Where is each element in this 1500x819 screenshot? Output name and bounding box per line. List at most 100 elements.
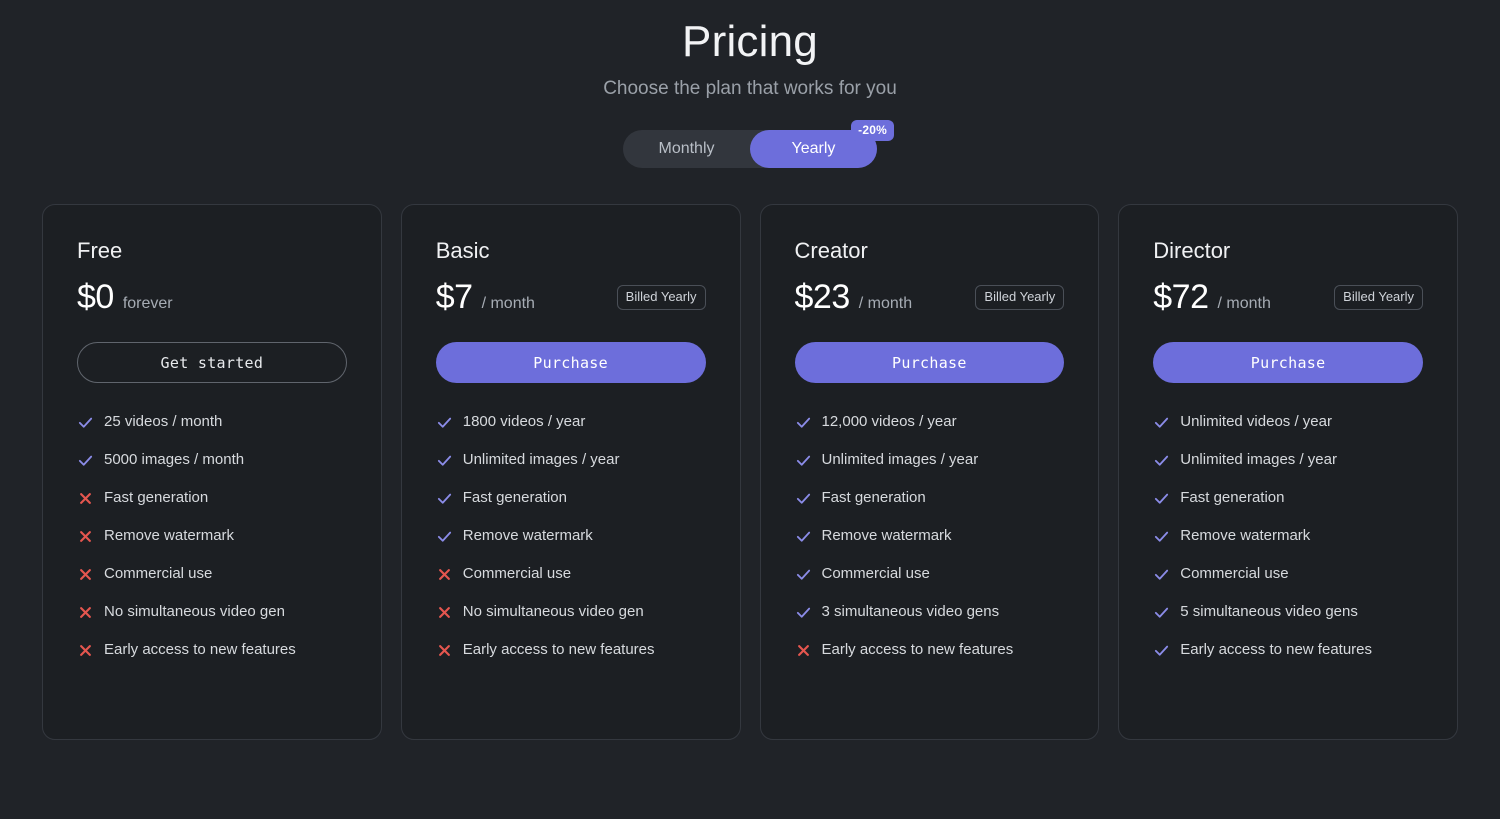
page-header: Pricing Choose the plan that works for y… <box>0 0 1500 102</box>
feature-item: Unlimited images / year <box>436 450 706 470</box>
purchase-button[interactable]: Purchase <box>435 342 706 383</box>
feature-label: Commercial use <box>104 565 213 582</box>
feature-label: Commercial use <box>1180 565 1289 582</box>
check-icon <box>1153 642 1170 659</box>
plan-name: Creator <box>794 238 868 263</box>
feature-item: Fast generation <box>77 488 347 508</box>
check-icon <box>795 452 812 469</box>
purchase-button[interactable]: Purchase <box>794 342 1065 383</box>
feature-item: 1800 videos / year <box>436 412 706 432</box>
feature-label: 5000 images / month <box>104 451 245 468</box>
feature-label: Remove watermark <box>1180 527 1311 544</box>
feature-item: Unlimited videos / year <box>1153 412 1423 432</box>
cross-icon <box>436 642 453 659</box>
feature-list: 1800 videos / year Unlimited images / yea… <box>436 412 706 660</box>
feature-label: No simultaneous video gen <box>104 603 285 620</box>
plan-price-row: $72 / month Billed Yearly <box>1153 277 1423 317</box>
feature-label: 12,000 videos / year <box>821 413 957 430</box>
feature-item: Commercial use <box>77 564 347 584</box>
check-icon <box>795 414 812 431</box>
page-subtitle: Choose the plan that works for you <box>603 78 897 99</box>
feature-label: Fast generation <box>1180 489 1285 506</box>
feature-item: Fast generation <box>436 488 706 508</box>
feature-item: Commercial use <box>795 564 1065 584</box>
check-icon <box>77 452 94 469</box>
plan-card-list: Free $0 forever Get started 25 videos / mont… <box>0 204 1500 740</box>
plan-price-period: / month <box>1217 295 1271 312</box>
plan-card: Free $0 forever Get started 25 videos / mont… <box>42 204 382 740</box>
pricing-page: Pricing Choose the plan that works for y… <box>0 0 1500 819</box>
billing-toggle[interactable]: Monthly Yearly -20% <box>623 120 894 168</box>
feature-item: Early access to new features <box>795 640 1065 660</box>
plan-price-period: / month <box>858 295 913 312</box>
feature-label: 1800 videos / year <box>462 413 586 430</box>
plan-price-period: forever <box>122 295 173 312</box>
feature-item: 5000 images / month <box>77 450 347 470</box>
plan-price-amount: $0 <box>77 278 114 316</box>
feature-item: Remove watermark <box>436 526 706 546</box>
cross-icon <box>77 604 94 621</box>
plan-price-row: $0 forever <box>77 277 347 317</box>
feature-label: Remove watermark <box>821 527 952 544</box>
feature-label: Early access to new features <box>821 641 1014 658</box>
check-icon <box>1153 528 1170 545</box>
cross-icon <box>77 642 94 659</box>
page-title: Pricing <box>682 17 818 66</box>
feature-label: No simultaneous video gen <box>462 603 644 620</box>
feature-label: Unlimited images / year <box>1180 451 1337 468</box>
plan-card: Basic $7 / month Billed Yearly Purchase 1800 … <box>400 204 741 740</box>
check-icon <box>436 452 453 469</box>
feature-label: Unlimited videos / year <box>1180 413 1332 430</box>
feature-label: Remove watermark <box>104 527 235 544</box>
check-icon <box>795 528 812 545</box>
plan-card: Creator $23 / month Billed Yearly Purchase 12… <box>759 204 1100 740</box>
plan-price-amount: $7 <box>435 278 473 316</box>
check-icon <box>1153 414 1170 431</box>
feature-item: Remove watermark <box>795 526 1065 546</box>
cross-icon <box>77 566 94 583</box>
check-icon <box>436 528 453 545</box>
feature-label: Unlimited images / year <box>462 451 620 468</box>
plan-name: Director <box>1153 238 1231 263</box>
cross-icon <box>77 490 94 507</box>
get-started-button[interactable]: Get started <box>77 342 347 383</box>
feature-label: Early access to new features <box>104 641 296 658</box>
feature-item: 25 videos / month <box>77 412 347 432</box>
feature-item: Commercial use <box>436 564 706 584</box>
toggle-option-monthly[interactable]: Monthly <box>623 130 750 168</box>
plan-price-amount: $23 <box>794 278 851 316</box>
feature-item: Unlimited images / year <box>795 450 1065 470</box>
feature-item: Early access to new features <box>77 640 347 660</box>
billed-yearly-badge: Billed Yearly <box>975 284 1065 310</box>
feature-item: Commercial use <box>1153 564 1423 584</box>
feature-item: Remove watermark <box>77 526 347 546</box>
feature-label: Early access to new features <box>462 641 655 658</box>
check-icon <box>795 490 812 507</box>
check-icon <box>795 566 812 583</box>
discount-badge: -20% <box>851 120 894 141</box>
cross-icon <box>795 642 812 659</box>
cross-icon <box>77 528 94 545</box>
feature-label: Unlimited images / year <box>821 451 979 468</box>
feature-label: Commercial use <box>462 565 572 582</box>
plan-price-row: $7 / month Billed Yearly <box>436 277 706 317</box>
plan-name: Free <box>77 238 123 263</box>
feature-item: No simultaneous video gen <box>436 602 706 622</box>
check-icon <box>1153 490 1170 507</box>
feature-label: Fast generation <box>104 489 209 506</box>
check-icon <box>77 414 94 431</box>
check-icon <box>1153 566 1170 583</box>
feature-label: Remove watermark <box>462 527 593 544</box>
feature-item: Early access to new features <box>436 640 706 660</box>
purchase-button[interactable]: Purchase <box>1153 342 1423 383</box>
feature-item: Fast generation <box>1153 488 1423 508</box>
feature-label: 25 videos / month <box>104 413 223 430</box>
feature-item: 12,000 videos / year <box>795 412 1065 432</box>
feature-label: Fast generation <box>821 489 926 506</box>
check-icon <box>436 414 453 431</box>
check-icon <box>1153 452 1170 469</box>
plan-name: Basic <box>435 238 490 263</box>
feature-label: Commercial use <box>821 565 930 582</box>
feature-list: 12,000 videos / year Unlimited images / y… <box>795 412 1065 660</box>
feature-label: 5 simultaneous video gens <box>1180 603 1358 620</box>
